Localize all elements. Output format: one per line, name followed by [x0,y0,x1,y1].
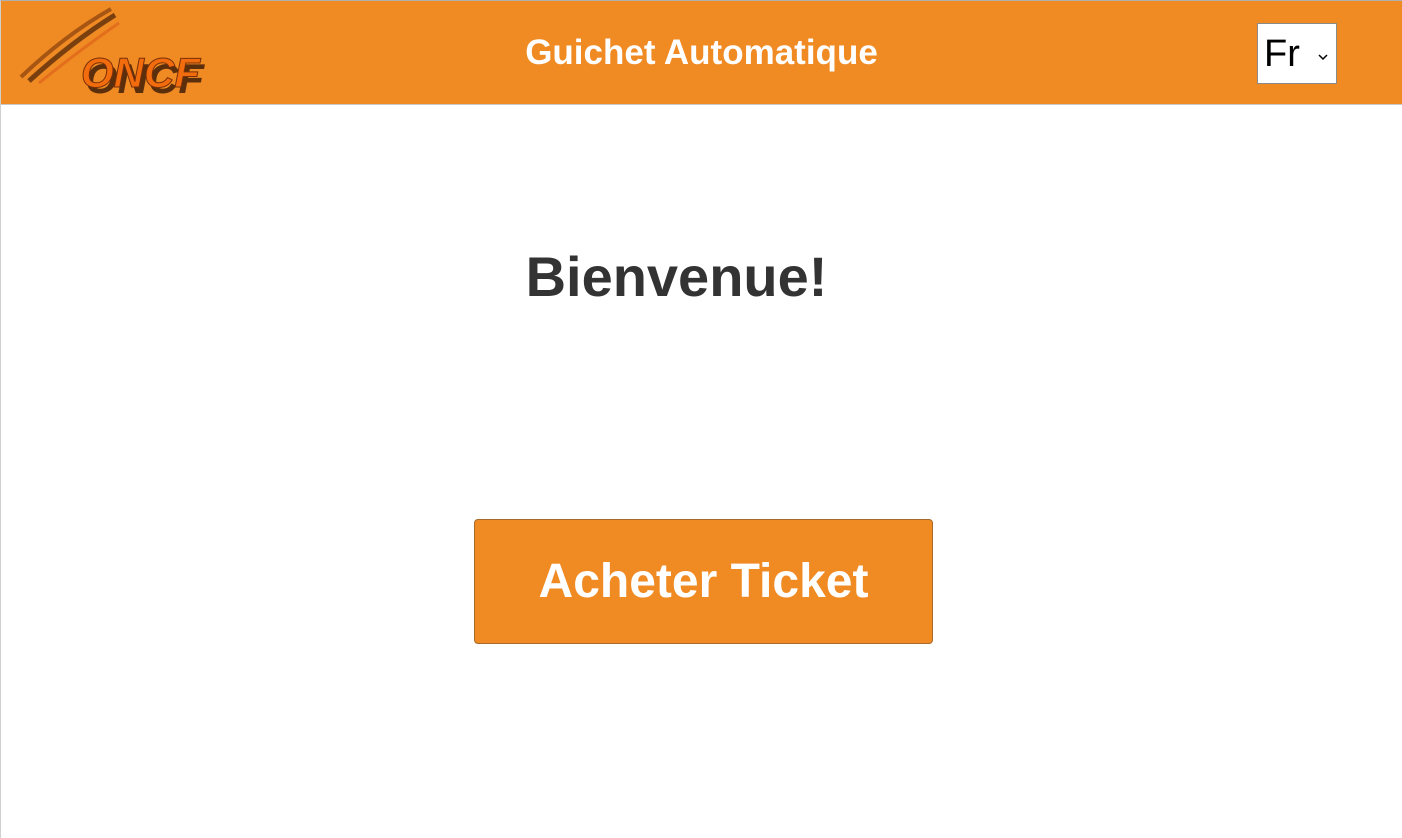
language-select[interactable]: Fr [1257,23,1337,84]
language-selected-value: Fr [1264,32,1300,75]
header-bar: ONCF ONCF Guichet Automatique Fr [1,1,1402,105]
buy-ticket-button[interactable]: Acheter Ticket [474,519,933,644]
header-title: Guichet Automatique [525,33,878,72]
app-window: ONCF ONCF Guichet Automatique Fr Bienven… [0,0,1402,838]
chevron-down-icon [1318,48,1328,61]
welcome-heading: Bienvenue! [525,245,828,308]
